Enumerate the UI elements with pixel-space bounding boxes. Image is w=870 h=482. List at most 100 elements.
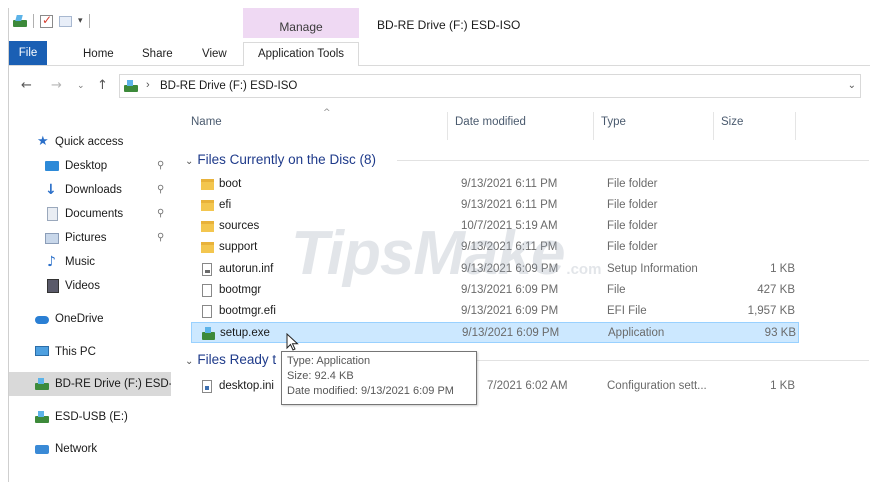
toolbar-divider [33, 14, 34, 28]
sidebar-item-label: This PC [55, 346, 96, 358]
file-name: sources [219, 220, 260, 232]
application-icon [202, 327, 215, 340]
pin-icon[interactable]: ⚲ [157, 154, 164, 178]
group-header-files-on-disc[interactable]: ⌄ Files Currently on the Disc (8) [185, 150, 376, 170]
pin-icon[interactable]: ⚲ [157, 226, 164, 250]
file-row-efi[interactable]: efi 9/13/2021 6:11 PM File folder [191, 195, 799, 216]
new-folder-icon[interactable] [59, 15, 72, 27]
sidebar-item-pictures[interactable]: Pictures ⚲ [9, 226, 171, 250]
file-type: File folder [607, 178, 658, 190]
sidebar-item-label: Desktop [65, 160, 108, 172]
tab-share[interactable]: Share [142, 44, 173, 64]
file-explorer-window: ▾ Manage BD-RE Drive (F:) ESD-ISO File H… [8, 8, 870, 482]
desktop-icon [45, 161, 59, 171]
file-name: desktop.ini [219, 380, 274, 392]
drive-icon [124, 80, 138, 92]
group-header-files-ready[interactable]: ⌄ Files Ready t [185, 350, 276, 370]
file-date: 9/13/2021 6:09 PM [461, 305, 559, 317]
toolbar-divider [88, 14, 90, 28]
watermark-suffix: .com [566, 261, 602, 278]
file-date: 9/13/2021 6:11 PM [461, 199, 558, 211]
usb-drive-icon [35, 410, 49, 424]
tab-application-tools[interactable]: Application Tools [243, 42, 359, 66]
column-header-type[interactable]: Type [601, 116, 626, 128]
sidebar-item-downloads[interactable]: ↓ Downloads ⚲ [9, 178, 171, 202]
column-divider[interactable] [593, 112, 594, 140]
column-header-date[interactable]: Date modified [455, 116, 526, 128]
sidebar-item-desktop[interactable]: Desktop ⚲ [9, 154, 171, 178]
column-divider[interactable] [447, 112, 448, 140]
file-name: efi [219, 199, 232, 211]
sidebar-item-label: BD-RE Drive (F:) ESD-ISO [55, 378, 171, 390]
sort-ascending-icon[interactable]: ^ [323, 108, 331, 118]
manage-contextual-tab[interactable]: Manage [243, 8, 359, 42]
back-arrow-icon[interactable]: ← [21, 78, 32, 93]
file-name: setup.exe [220, 327, 270, 339]
sidebar-item-videos[interactable]: Videos [9, 274, 171, 298]
file-name: autorun.inf [219, 263, 274, 275]
window-title: BD-RE Drive (F:) ESD-ISO [377, 18, 521, 32]
tooltip-date: Date modified: 9/13/2021 6:09 PM [287, 385, 454, 397]
address-bar[interactable]: › BD-RE Drive (F:) ESD-ISO ⌄ [119, 74, 861, 98]
sidebar-item-label: Videos [65, 280, 100, 292]
sidebar-item-label: Music [65, 256, 96, 268]
navigation-bar: ← → ⌄ ↑ › BD-RE Drive (F:) ESD-ISO ⌄ [9, 66, 870, 104]
column-divider[interactable] [795, 112, 796, 140]
watermark-text: TipsMake [291, 219, 565, 288]
computer-icon [35, 346, 49, 356]
chevron-down-icon[interactable]: ⌄ [185, 156, 193, 167]
forward-arrow-icon[interactable]: → [51, 78, 62, 93]
file-date: 9/13/2021 6:11 PM [461, 178, 558, 190]
address-path[interactable]: BD-RE Drive (F:) ESD-ISO [160, 80, 297, 92]
pin-icon[interactable]: ⚲ [157, 202, 164, 226]
sidebar-item-music[interactable]: ♪ Music [9, 250, 171, 274]
file-size: 427 KB [757, 284, 795, 296]
sidebar-item-onedrive[interactable]: OneDrive [9, 307, 171, 331]
chevron-down-icon[interactable]: ⌄ [185, 356, 193, 367]
file-icon [202, 305, 212, 318]
pictures-icon [45, 233, 59, 244]
column-header-name[interactable]: Name [191, 116, 222, 128]
file-row-setup-exe[interactable]: setup.exe 9/13/2021 6:09 PM Application … [191, 322, 799, 343]
file-row-boot[interactable]: boot 9/13/2021 6:11 PM File folder [191, 174, 799, 195]
file-date: 7/2021 6:02 AM [487, 380, 568, 392]
file-type: File folder [607, 241, 658, 253]
tab-home[interactable]: Home [83, 44, 114, 64]
file-size: 1,957 KB [747, 305, 795, 317]
sidebar-item-documents[interactable]: Documents ⚲ [9, 202, 171, 226]
sidebar-item-bd-re-drive[interactable]: BD-RE Drive (F:) ESD-ISO [9, 372, 171, 396]
drive-icon[interactable] [13, 15, 27, 27]
videos-icon [47, 279, 59, 293]
tab-file[interactable]: File [9, 41, 47, 65]
properties-icon[interactable] [40, 13, 53, 28]
column-divider[interactable] [713, 112, 714, 140]
folder-icon [201, 242, 214, 253]
recent-locations-icon[interactable]: ⌄ [77, 81, 85, 91]
file-name: boot [219, 178, 242, 190]
tab-view[interactable]: View [202, 44, 227, 64]
folder-icon [201, 221, 214, 232]
group-divider [477, 360, 869, 361]
file-row-bootmgr-efi[interactable]: bootmgr.efi 9/13/2021 6:09 PM EFI File 1… [191, 301, 799, 322]
network-icon [35, 445, 49, 454]
sidebar-item-this-pc[interactable]: This PC [9, 340, 171, 364]
chevron-down-icon[interactable]: ⌄ [848, 80, 856, 91]
ribbon-tabs: File Home Share View Application Tools [9, 38, 870, 66]
file-name: bootmgr [219, 284, 262, 296]
chevron-right-icon[interactable]: › [146, 79, 150, 91]
file-type: File folder [607, 220, 658, 232]
music-icon: ♪ [47, 254, 56, 270]
file-type: Configuration sett... [607, 380, 707, 392]
up-arrow-icon[interactable]: ↑ [97, 78, 108, 93]
sidebar-item-label: Quick access [55, 136, 124, 148]
tooltip-type: Type: Application [287, 355, 371, 367]
group-title: Files Ready t [197, 352, 277, 367]
sidebar-item-network[interactable]: Network [9, 437, 171, 461]
sidebar-item-label: Documents [65, 208, 124, 220]
sidebar-item-quick-access[interactable]: ★ Quick access [9, 130, 171, 154]
sidebar-item-esd-usb[interactable]: ESD-USB (E:) [9, 405, 171, 429]
pin-icon[interactable]: ⚲ [157, 178, 164, 202]
customize-toolbar-icon[interactable]: ▾ [78, 16, 83, 26]
column-header-size[interactable]: Size [721, 116, 743, 128]
quick-access-toolbar: ▾ [13, 13, 90, 28]
